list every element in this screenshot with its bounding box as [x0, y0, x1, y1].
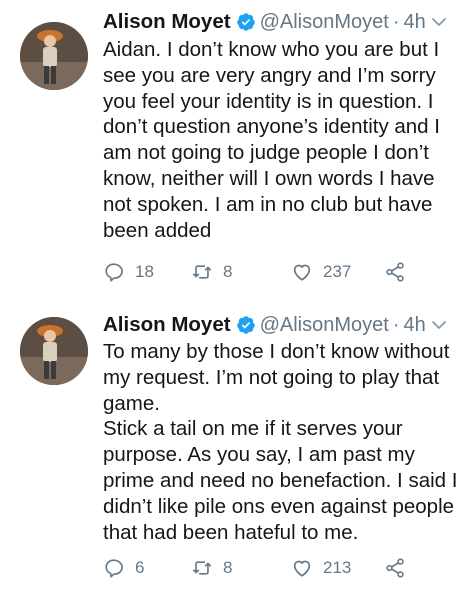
retweet-button[interactable]: 8	[191, 554, 232, 582]
like-count: 213	[323, 558, 352, 577]
handle[interactable]: @AlisonMoyet	[260, 314, 389, 337]
tweet[interactable]: Alison Moyet @AlisonMoyet · 4h Aidan. I …	[0, 0, 473, 300]
tweet-text: To many by those I don’t know without my…	[103, 339, 463, 545]
tweet-actions: 18 8 237	[103, 258, 453, 286]
chevron-down-icon[interactable]	[429, 12, 449, 32]
tweet-header: Alison Moyet @AlisonMoyet · 4h	[103, 311, 459, 339]
retweet-icon	[192, 265, 212, 279]
like-button[interactable]: 213	[291, 554, 351, 582]
display-name[interactable]: Alison Moyet	[103, 10, 231, 34]
handle[interactable]: @AlisonMoyet	[260, 11, 389, 34]
like-count: 237	[323, 262, 352, 281]
retweet-icon	[192, 561, 212, 575]
tweet-header: Alison Moyet @AlisonMoyet · 4h	[103, 8, 459, 36]
tweet-actions: 6 8 213	[103, 554, 453, 582]
share-icon	[386, 558, 404, 578]
share-button[interactable]	[384, 554, 406, 582]
separator-dot: ·	[392, 313, 400, 336]
avatar-photo-icon	[20, 317, 88, 385]
avatar-photo-icon	[20, 22, 88, 90]
display-name[interactable]: Alison Moyet	[103, 313, 231, 337]
reply-count: 18	[135, 262, 154, 281]
share-icon	[386, 262, 404, 282]
retweet-button[interactable]: 8	[191, 258, 232, 286]
share-button[interactable]	[384, 258, 406, 286]
reply-icon	[105, 559, 123, 578]
like-button[interactable]: 237	[291, 258, 351, 286]
timestamp[interactable]: 4h	[404, 11, 426, 34]
tweet-body: Aidan. I don’t know who you are but I se…	[103, 38, 440, 242]
avatar[interactable]	[20, 22, 88, 90]
timestamp[interactable]: 4h	[404, 314, 426, 337]
chevron-down-icon[interactable]	[429, 315, 449, 335]
tweet-text: Aidan. I don’t know who you are but I se…	[103, 37, 463, 243]
heart-icon	[293, 560, 311, 577]
heart-icon	[293, 264, 311, 281]
separator-dot: ·	[392, 10, 400, 33]
reply-button[interactable]: 18	[103, 258, 154, 286]
tweet[interactable]: Alison Moyet @AlisonMoyet · 4h To many b…	[0, 300, 473, 600]
reply-count: 6	[135, 558, 145, 577]
retweet-count: 8	[223, 558, 233, 577]
tweet-body: To many by those I don’t know without my…	[103, 340, 458, 544]
reply-button[interactable]: 6	[103, 554, 144, 582]
verified-badge-icon	[236, 315, 256, 335]
reply-icon	[105, 263, 123, 282]
retweet-count: 8	[223, 262, 233, 281]
avatar[interactable]	[20, 317, 88, 385]
verified-badge-icon	[236, 12, 256, 32]
